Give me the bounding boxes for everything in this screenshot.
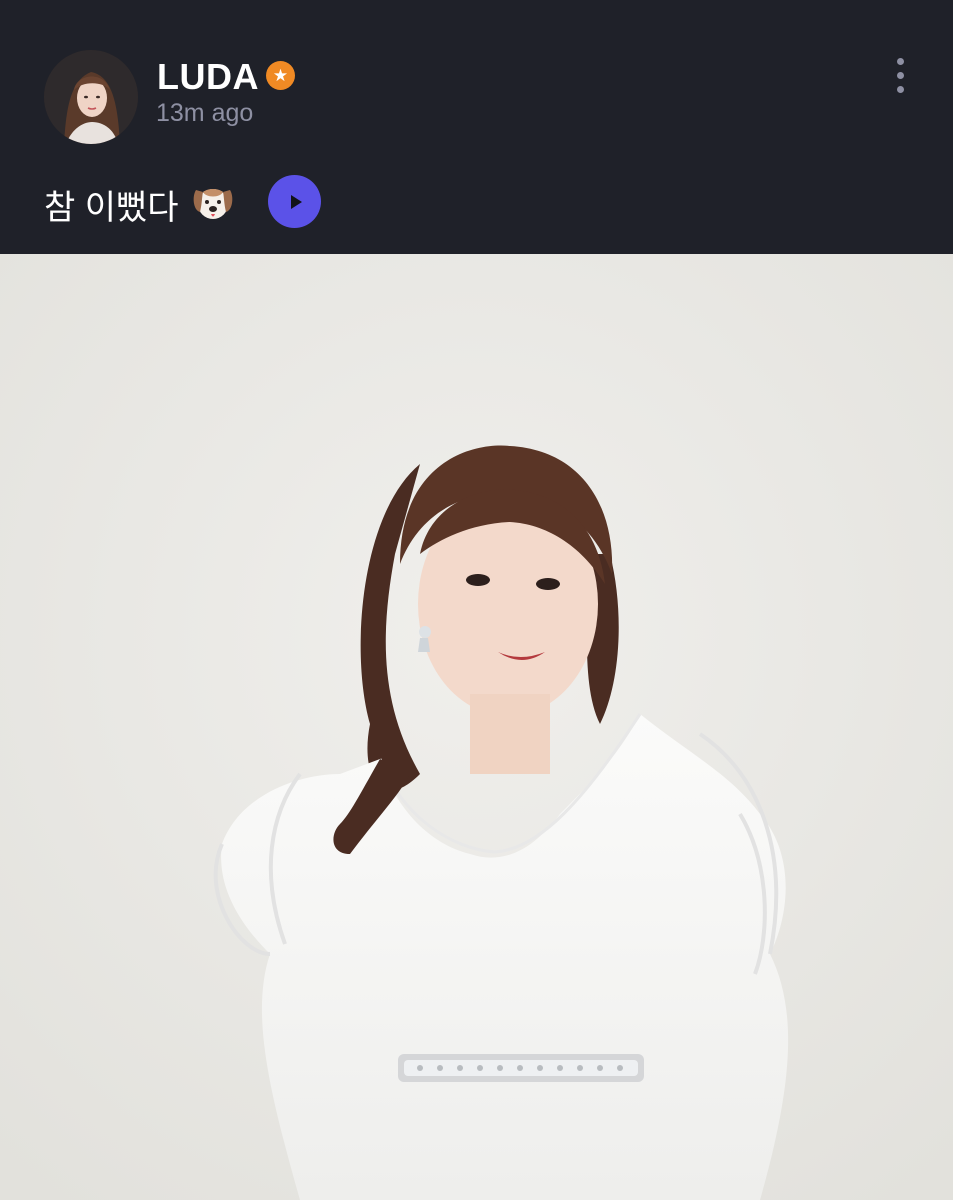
- dog-face-icon: [190, 180, 236, 224]
- username[interactable]: LUDA: [157, 56, 259, 98]
- post-timestamp: 13m ago: [156, 99, 254, 127]
- avatar[interactable]: [44, 50, 138, 144]
- play-icon: [290, 194, 302, 209]
- star-badge-icon: ★: [266, 61, 295, 90]
- post-caption: 참 이뻤다: [44, 189, 179, 227]
- vertical-dots-icon[interactable]: [885, 52, 915, 98]
- play-button[interactable]: [268, 175, 321, 228]
- post-header: LUDA ★ 13m ago 참 이뻤다: [0, 0, 953, 254]
- post-photo[interactable]: [0, 254, 953, 1200]
